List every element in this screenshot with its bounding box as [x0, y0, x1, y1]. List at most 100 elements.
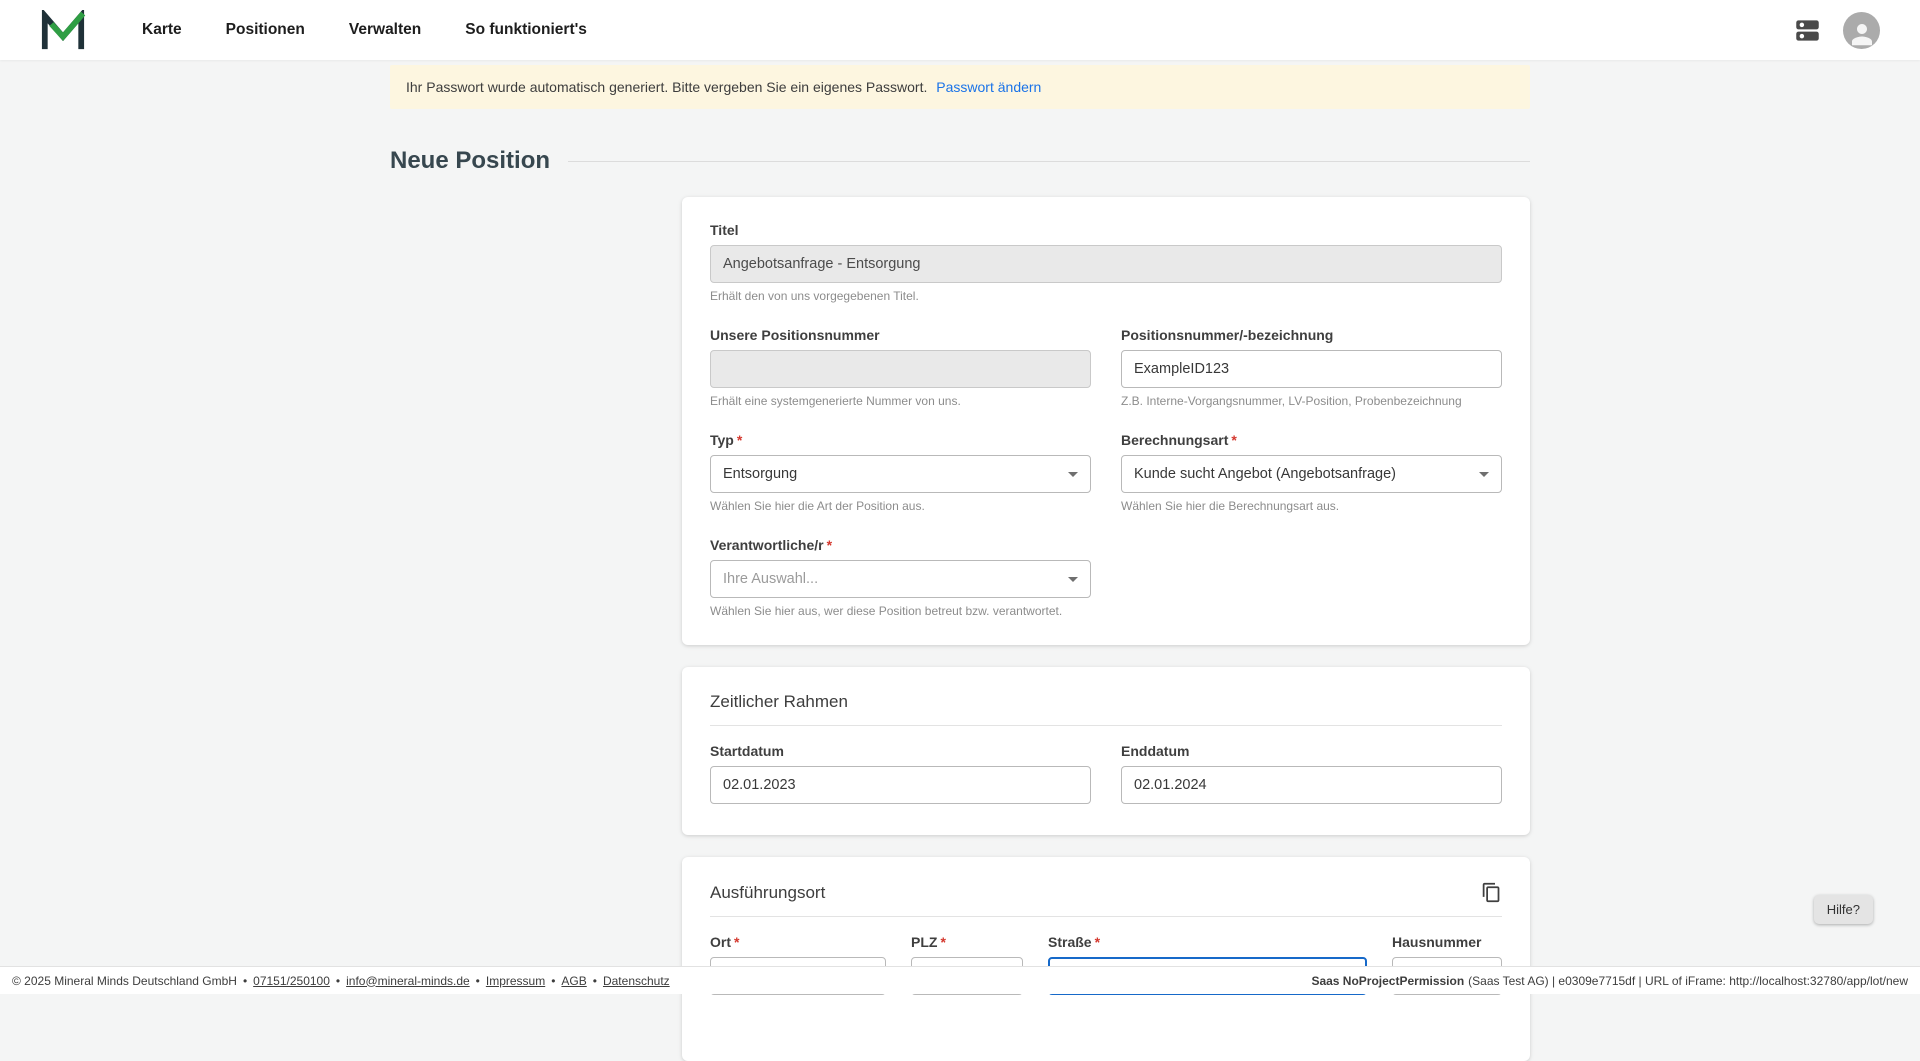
field-berechnungsart: Berechnungsart* Kunde sucht Angebot (Ang…	[1121, 432, 1502, 513]
positionsnummer-help: Erhält eine systemgenerierte Nummer von …	[710, 394, 1091, 408]
bezeichnung-label: Positionsnummer/-bezeichnung	[1121, 327, 1502, 343]
ausfuehrungsort-heading-text: Ausführungsort	[710, 883, 825, 903]
verantwortliche-label-text: Verantwortliche/r	[710, 537, 824, 553]
required-asterisk: *	[737, 432, 742, 448]
user-avatar-icon[interactable]	[1843, 12, 1880, 49]
title-divider	[568, 161, 1530, 162]
hausnummer-label-text: Hausnummer	[1392, 934, 1481, 950]
berechnungsart-select-value: Kunde sucht Angebot (Angebotsanfrage)	[1134, 466, 1396, 482]
chevron-down-icon	[1068, 577, 1078, 582]
footer-env-info: (Saas Test AG) | e0309e7715df | URL of i…	[1468, 974, 1908, 988]
startdatum-input[interactable]	[710, 766, 1091, 804]
enddatum-input[interactable]	[1121, 766, 1502, 804]
copy-icon[interactable]	[1481, 882, 1502, 903]
footer-link-impressum[interactable]: Impressum	[486, 974, 545, 988]
enddatum-label: Enddatum	[1121, 743, 1502, 759]
titel-label-text: Titel	[710, 222, 739, 238]
brand-logo-icon	[40, 10, 86, 50]
separator: •	[243, 974, 247, 988]
help-button[interactable]: Hilfe?	[1814, 895, 1873, 924]
nav-item-karte[interactable]: Karte	[142, 21, 182, 39]
nav-item-verwalten[interactable]: Verwalten	[349, 21, 421, 39]
top-navbar: Karte Positionen Verwalten So funktionie…	[0, 0, 1920, 60]
startdatum-label-text: Startdatum	[710, 743, 784, 759]
chevron-down-icon	[1479, 472, 1489, 477]
footer: © 2025 Mineral Minds Deutschland GmbH • …	[0, 966, 1920, 994]
startdatum-label: Startdatum	[710, 743, 1091, 759]
verantwortliche-select[interactable]: Ihre Auswahl...	[710, 560, 1091, 598]
field-titel: Titel Erhält den von uns vorgegebenen Ti…	[710, 222, 1502, 303]
strasse-label: Straße*	[1048, 934, 1367, 950]
ort-label: Ort*	[710, 934, 886, 950]
typ-help: Wählen Sie hier die Art der Position aus…	[710, 499, 1091, 513]
ort-label-text: Ort	[710, 934, 731, 950]
zeitraum-heading: Zeitlicher Rahmen	[710, 692, 1502, 726]
typ-label: Typ*	[710, 432, 1091, 448]
chevron-down-icon	[1068, 472, 1078, 477]
footer-email-link[interactable]: info@mineral-minds.de	[346, 974, 470, 988]
positionsnummer-input	[710, 350, 1091, 388]
copyright-text: © 2025 Mineral Minds Deutschland GmbH	[12, 974, 237, 988]
separator: •	[336, 974, 340, 988]
page-title: Neue Position	[390, 147, 550, 175]
titel-label: Titel	[710, 222, 1502, 238]
footer-phone-link[interactable]: 07151/250100	[253, 974, 330, 988]
card-position-details: Titel Erhält den von uns vorgegebenen Ti…	[682, 197, 1530, 645]
change-password-link[interactable]: Passwort ändern	[936, 79, 1041, 95]
field-typ: Typ* Entsorgung Wählen Sie hier die Art …	[710, 432, 1091, 513]
verantwortliche-select-placeholder: Ihre Auswahl...	[723, 571, 818, 587]
field-positionsnummer: Unsere Positionsnummer Erhält eine syste…	[710, 327, 1091, 408]
footer-left: © 2025 Mineral Minds Deutschland GmbH • …	[12, 974, 670, 988]
required-asterisk: *	[827, 537, 832, 553]
card-zeitlicher-rahmen: Zeitlicher Rahmen Startdatum Enddatum	[682, 667, 1530, 835]
typ-label-text: Typ	[710, 432, 734, 448]
plz-label: PLZ*	[911, 934, 1023, 950]
page-header: Neue Position	[390, 147, 1530, 175]
verantwortliche-label: Verantwortliche/r*	[710, 537, 1091, 553]
zeitraum-heading-text: Zeitlicher Rahmen	[710, 692, 848, 712]
separator: •	[476, 974, 480, 988]
bezeichnung-help: Z.B. Interne-Vorgangsnummer, LV-Position…	[1121, 394, 1502, 408]
footer-link-datenschutz[interactable]: Datenschutz	[603, 974, 670, 988]
required-asterisk: *	[940, 934, 945, 950]
field-startdatum: Startdatum	[710, 743, 1091, 804]
titel-input	[710, 245, 1502, 283]
berechnungsart-label-text: Berechnungsart	[1121, 432, 1228, 448]
separator: •	[551, 974, 555, 988]
field-bezeichnung: Positionsnummer/-bezeichnung Z.B. Intern…	[1121, 327, 1502, 408]
positionsnummer-label-text: Unsere Positionsnummer	[710, 327, 880, 343]
enddatum-label-text: Enddatum	[1121, 743, 1189, 759]
separator: •	[593, 974, 597, 988]
typ-select[interactable]: Entsorgung	[710, 455, 1091, 493]
bezeichnung-input[interactable]	[1121, 350, 1502, 388]
brand-logo[interactable]	[40, 10, 86, 50]
footer-right: Saas NoProjectPermission (Saas Test AG) …	[1311, 974, 1908, 988]
typ-select-value: Entsorgung	[723, 466, 797, 482]
plz-label-text: PLZ	[911, 934, 937, 950]
berechnungsart-label: Berechnungsart*	[1121, 432, 1502, 448]
bezeichnung-label-text: Positionsnummer/-bezeichnung	[1121, 327, 1333, 343]
footer-link-agb[interactable]: AGB	[561, 974, 586, 988]
nav-item-so-funktionierts[interactable]: So funktioniert's	[465, 21, 587, 39]
ausfuehrungsort-heading: Ausführungsort	[710, 882, 1502, 917]
field-enddatum: Enddatum	[1121, 743, 1502, 804]
form-cards: Titel Erhält den von uns vorgegebenen Ti…	[682, 197, 1530, 1061]
required-asterisk: *	[1231, 432, 1236, 448]
card-ausfuehrungsort: Ausführungsort Ort* PLZ*	[682, 857, 1530, 1061]
field-verantwortliche: Verantwortliche/r* Ihre Auswahl... Wähle…	[710, 537, 1091, 618]
berechnungsart-help: Wählen Sie hier die Berechnungsart aus.	[1121, 499, 1502, 513]
server-icon[interactable]	[1794, 17, 1821, 44]
positionsnummer-label: Unsere Positionsnummer	[710, 327, 1091, 343]
main-content: Ihr Passwort wurde automatisch generiert…	[390, 65, 1530, 1061]
required-asterisk: *	[734, 934, 739, 950]
password-banner: Ihr Passwort wurde automatisch generiert…	[390, 65, 1530, 109]
verantwortliche-help: Wählen Sie hier aus, wer diese Position …	[710, 604, 1091, 618]
titel-help: Erhält den von uns vorgegebenen Titel.	[710, 289, 1502, 303]
berechnungsart-select[interactable]: Kunde sucht Angebot (Angebotsanfrage)	[1121, 455, 1502, 493]
footer-app-name: Saas NoProjectPermission	[1311, 974, 1464, 988]
banner-text: Ihr Passwort wurde automatisch generiert…	[406, 79, 927, 95]
main-nav: Karte Positionen Verwalten So funktionie…	[142, 21, 587, 39]
nav-item-positionen[interactable]: Positionen	[226, 21, 305, 39]
required-asterisk: *	[1095, 934, 1100, 950]
hausnummer-label: Hausnummer	[1392, 934, 1502, 950]
